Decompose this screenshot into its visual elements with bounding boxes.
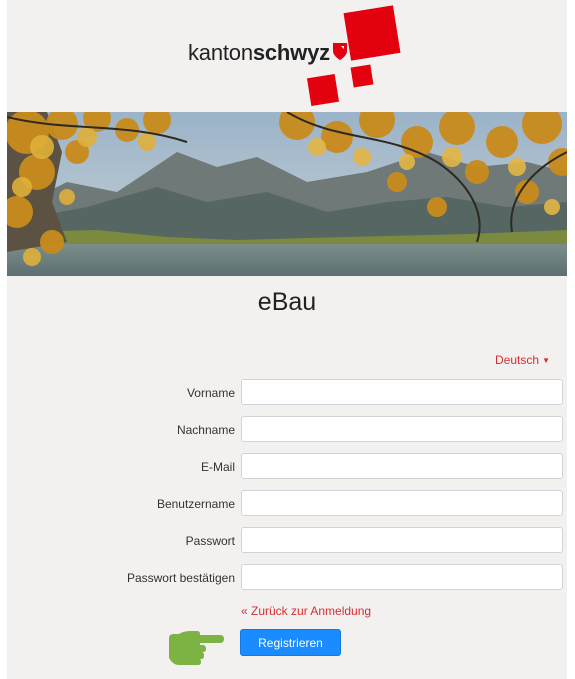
form-row-passwort-bestaetigen: Passwort bestätigen: [7, 564, 567, 592]
form-row-email: E-Mail: [7, 453, 567, 481]
passwort-bestaetigen-input[interactable]: [241, 564, 563, 590]
page-frame: kantonschwyz eBau Deutsch ▼ Vorname Nach…: [7, 0, 567, 679]
nachname-input[interactable]: [241, 416, 563, 442]
form-row-passwort: Passwort: [7, 527, 567, 555]
shield-icon: [333, 43, 347, 60]
form-row-vorname: Vorname: [7, 379, 567, 407]
logo-square-large: [343, 5, 401, 61]
benutzername-label: Benutzername: [156, 497, 235, 511]
form-row-nachname: Nachname: [7, 416, 567, 444]
logo-wordmark: kantonschwyz: [188, 40, 330, 65]
logo-square-small: [350, 64, 374, 88]
email-label: E-Mail: [200, 460, 235, 474]
form-row-benutzername: Benutzername: [7, 490, 567, 518]
logo-square-medium: [306, 73, 340, 107]
email-input[interactable]: [241, 453, 563, 479]
register-button[interactable]: Registrieren: [240, 629, 341, 656]
passwort-input[interactable]: [241, 527, 563, 553]
page-title: eBau: [257, 288, 317, 316]
nachname-label: Nachname: [176, 423, 235, 437]
back-to-login-link[interactable]: « Zurück zur Anmeldung: [241, 604, 371, 618]
benutzername-input[interactable]: [241, 490, 563, 516]
language-selected-label: Deutsch: [495, 353, 540, 367]
banner-landscape-image: [7, 112, 567, 276]
caret-down-icon: ▼: [542, 356, 550, 366]
pointing-hand-icon: [169, 631, 224, 665]
passwort-label: Passwort: [185, 534, 235, 548]
language-dropdown[interactable]: Deutsch ▼: [495, 353, 550, 367]
vorname-input[interactable]: [241, 379, 563, 405]
header: kantonschwyz: [7, 0, 567, 112]
vorname-label: Vorname: [186, 386, 235, 400]
passwort-bestaetigen-label: Passwort bestätigen: [126, 571, 235, 585]
